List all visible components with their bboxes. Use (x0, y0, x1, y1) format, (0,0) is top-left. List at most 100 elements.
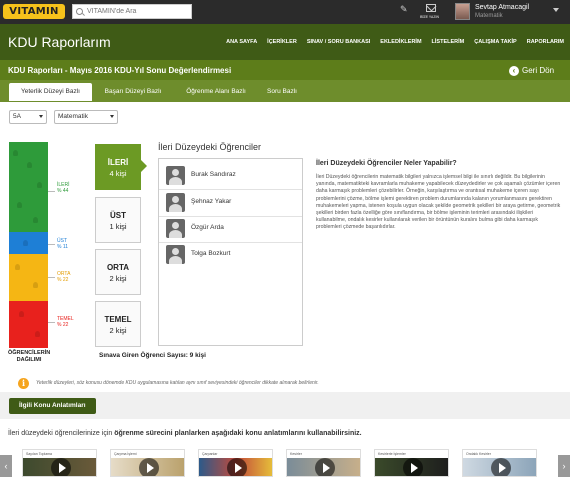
person-icon (166, 166, 185, 185)
note-prefix: İleri düzeydeki öğrencilerinize için (8, 430, 115, 437)
top-bar: VITAMIN ✎ BİZE YAZIN Sevtap Atmacagil Ma… (0, 0, 570, 24)
total-students: Sınava Giren Öğrenci Sayısı: 9 kişi (99, 352, 206, 359)
level-card-name: ÜST (110, 211, 126, 220)
related-note: İleri düzeydeki öğrencilerinize için öğr… (8, 430, 362, 437)
level-card-name: ORTA (106, 263, 130, 272)
student-name: Tolga Bozkurt (191, 250, 231, 257)
nav-added[interactable]: EKLEDİKLERİM (380, 39, 421, 45)
subject-select[interactable]: Matematik (54, 110, 118, 124)
chevron-down-icon (39, 115, 43, 118)
info-icon: i (18, 378, 29, 389)
student-figure-icon (13, 150, 18, 156)
video-thumbnail[interactable]: Sayıları Toplama (22, 449, 97, 477)
vitamin-logo[interactable]: VITAMIN (3, 4, 65, 19)
video-thumbnail[interactable]: Kesirler (286, 449, 361, 477)
student-figure-icon (19, 311, 24, 317)
tab-competency[interactable]: Yeterlik Düzeyi Bazlı (9, 83, 92, 101)
user-role: Matematik (475, 13, 503, 19)
video-thumbnail[interactable]: Kesirlerle İşlemler (374, 449, 449, 477)
arrow-left-icon: ‹ (509, 65, 519, 76)
video-title: Ondalık Kesirler (466, 452, 491, 456)
level-card-count: 4 kişi (109, 169, 127, 178)
divider (159, 216, 302, 217)
video-title: Kesirler (290, 452, 302, 456)
mail-icon[interactable] (426, 4, 436, 12)
student-figure-icon (17, 202, 22, 208)
video-thumbnail[interactable]: Çarpanlar (198, 449, 273, 477)
tab-learning-area[interactable]: Öğrenme Alanı Bazlı (178, 83, 254, 101)
report-title: KDU Raporları - Mayıs 2016 KDU-Yıl Sonu … (8, 66, 232, 75)
back-label: Geri Dön (522, 66, 555, 75)
student-figure-icon (33, 282, 38, 288)
distribution-chart (9, 142, 48, 348)
nav-lists[interactable]: LİSTELERİM (432, 39, 465, 45)
info-text: Yeterlik düzeyleri, söz konusu dönemde K… (36, 380, 319, 386)
search-box[interactable] (72, 4, 192, 19)
search-input[interactable] (73, 5, 173, 18)
nav-reports[interactable]: RAPORLARIM (527, 39, 564, 45)
user-avatar[interactable] (455, 3, 470, 20)
label-temel: TEMEL % 22 (57, 316, 74, 328)
student-name: Özgür Arda (191, 224, 224, 231)
main-nav: ANA SAYFA İÇERİKLER SINAV / SORU BANKASI… (216, 39, 564, 45)
tab-question[interactable]: Soru Bazlı (262, 83, 302, 101)
description-text: İleri Düzeydeki öğrencilerin matematik b… (316, 174, 561, 231)
segment-ileri (9, 142, 48, 232)
segment-temel (9, 301, 48, 348)
students-heading: İleri Düzeydeki Öğrenciler (158, 142, 262, 152)
level-card-ileri[interactable]: İLERİ 4 kişi (95, 144, 141, 190)
label-ileri: İLERİ % 44 (57, 182, 70, 194)
chevron-down-icon[interactable] (553, 8, 559, 12)
report-bar: KDU Raporları - Mayıs 2016 KDU-Yıl Sonu … (0, 60, 570, 80)
carousel-prev-button[interactable]: ‹ (0, 455, 12, 477)
person-icon (166, 245, 185, 264)
level-card-ust[interactable]: ÜST 1 kişi (95, 197, 141, 243)
user-name[interactable]: Sevtap Atmacagil (475, 4, 529, 11)
label-orta: ORTA % 22 (57, 271, 70, 283)
nav-home[interactable]: ANA SAYFA (226, 39, 257, 45)
level-card-orta[interactable]: ORTA 2 kişi (95, 249, 141, 295)
student-name: Şehnaz Yakar (191, 198, 232, 205)
level-card-name: İLERİ (107, 158, 129, 167)
nav-study-tracking[interactable]: ÇALIŞMA TAKİP (474, 39, 516, 45)
class-select[interactable]: 5A (9, 110, 47, 124)
search-icon (76, 8, 83, 15)
video-thumbnail[interactable]: Çarpma İşlemi (110, 449, 185, 477)
selected-arrow-icon (141, 160, 147, 172)
student-figure-icon (27, 162, 32, 168)
video-thumbnail[interactable]: Ondalık Kesirler (462, 449, 537, 477)
divider (159, 242, 302, 243)
description-heading: İleri Düzeydeki Öğrenciler Neler Yapabil… (316, 160, 457, 167)
student-name: Burak Sandıraz (191, 171, 236, 178)
video-title: Çarpanlar (202, 452, 218, 456)
label-orta-percent: % 22 (57, 277, 69, 283)
tab-achievement[interactable]: Başarı Düzeyi Bazlı (97, 83, 169, 101)
subject-value: Matematik (58, 113, 88, 120)
play-icon (491, 458, 511, 476)
related-topics-button[interactable]: İlgili Konu Anlatımları (9, 398, 96, 414)
chart-tick (48, 244, 55, 245)
video-title: Kesirlerle İşlemler (378, 452, 406, 456)
student-figure-icon (23, 240, 28, 246)
mail-label[interactable]: BİZE YAZIN (420, 15, 439, 19)
nav-contents[interactable]: İÇERİKLER (267, 39, 297, 45)
note-bold: öğrenme sürecini planlarken aşağıdaki ko… (114, 430, 362, 437)
nav-exam-bank[interactable]: SINAV / SORU BANKASI (307, 39, 370, 45)
student-figure-icon (33, 217, 38, 223)
play-icon (227, 458, 247, 476)
divider (159, 189, 302, 190)
student-figure-icon (15, 264, 20, 270)
level-card-temel[interactable]: TEMEL 2 kişi (95, 301, 141, 347)
level-card-count: 1 kişi (109, 222, 127, 231)
play-icon (403, 458, 423, 476)
segment-ust (9, 232, 48, 254)
student-figure-icon (37, 182, 42, 188)
level-card-count: 2 kişi (109, 326, 127, 335)
pencil-icon[interactable]: ✎ (400, 4, 410, 14)
label-ust: ÜST % 11 (57, 238, 68, 250)
play-icon (51, 458, 71, 476)
carousel-next-button[interactable]: › (558, 455, 570, 477)
segment-orta (9, 254, 48, 301)
back-button[interactable]: ‹ Geri Dön (509, 65, 554, 76)
chart-caption: ÖĞRENCİLERİN DAĞILIMI (8, 350, 51, 363)
